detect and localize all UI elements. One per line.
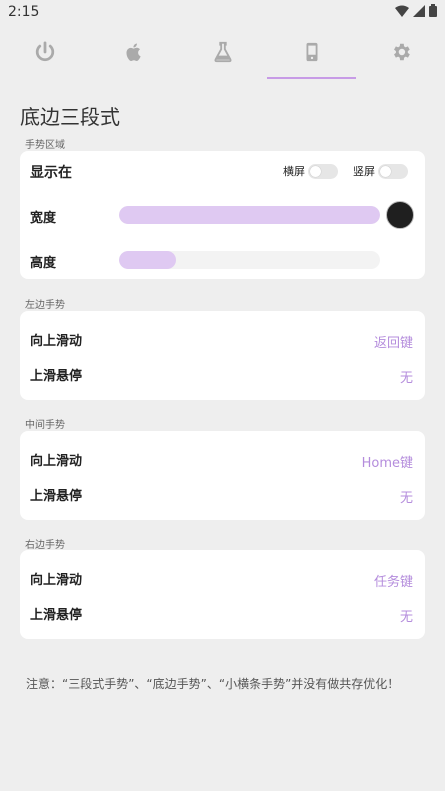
- right-gesture-card: 向上滑动 任务键 上滑悬停 无: [20, 550, 425, 639]
- toggle-knob: [380, 165, 391, 177]
- color-picker-button[interactable]: [386, 201, 414, 229]
- top-tab-bar: [0, 24, 445, 79]
- gesture-area-card: 显示在 横屏 竖屏 宽度 高度: [20, 151, 425, 279]
- tab-apple[interactable]: [89, 24, 178, 79]
- height-slider[interactable]: [119, 251, 380, 269]
- toggle-knob: [310, 165, 321, 177]
- right-swipe-up-row[interactable]: 向上滑动 任务键: [30, 568, 413, 591]
- middle-hover-row[interactable]: 上滑悬停 无: [30, 484, 413, 507]
- left-swipe-up-value: 返回键: [373, 336, 413, 351]
- left-hover-row[interactable]: 上滑悬停 无: [30, 364, 413, 387]
- middle-gesture-card: 向上滑动 Home键 上滑悬停 无: [20, 431, 425, 520]
- content-area: 底边三段式 手势区域 显示在 横屏 竖屏 宽度 高度 左边手势 向上滑动 返回键…: [0, 79, 445, 791]
- section-label-middle: 中间手势: [25, 420, 65, 431]
- left-gesture-card: 向上滑动 返回键 上滑悬停 无: [20, 311, 425, 400]
- tab-power[interactable]: [0, 24, 89, 79]
- landscape-toggle-group: 横屏: [283, 163, 338, 179]
- status-bar: 2:15: [0, 0, 445, 24]
- gear-icon: [393, 43, 410, 60]
- show-on-label: 显示在: [30, 165, 72, 181]
- right-hover-value: 无: [399, 610, 413, 625]
- left-hover-value: 无: [399, 371, 413, 386]
- landscape-toggle[interactable]: [308, 163, 338, 179]
- width-label: 宽度: [30, 210, 57, 226]
- right-swipe-up-label: 向上滑动: [30, 572, 83, 588]
- tab-lab[interactable]: [178, 24, 267, 79]
- phone-icon: [306, 42, 317, 61]
- right-hover-row[interactable]: 上滑悬停 无: [30, 603, 413, 626]
- middle-hover-label: 上滑悬停: [30, 488, 83, 504]
- height-label: 高度: [30, 255, 57, 271]
- power-icon: [35, 40, 54, 61]
- section-label-left: 左边手势: [25, 300, 65, 311]
- portrait-toggle[interactable]: [378, 163, 408, 179]
- left-swipe-up-label: 向上滑动: [30, 333, 83, 349]
- middle-swipe-up-value: Home键: [361, 456, 413, 471]
- tab-settings[interactable]: [356, 24, 445, 79]
- height-slider-fill: [119, 251, 177, 269]
- battery-icon: [429, 4, 437, 17]
- status-time: 2:15: [8, 4, 40, 20]
- right-hover-label: 上滑悬停: [30, 607, 83, 623]
- middle-hover-value: 无: [399, 491, 413, 506]
- width-slider[interactable]: [119, 206, 380, 224]
- portrait-label: 竖屏: [353, 165, 375, 178]
- flask-icon: [213, 41, 232, 62]
- middle-swipe-up-label: 向上滑动: [30, 453, 83, 469]
- left-swipe-up-row[interactable]: 向上滑动 返回键: [30, 329, 413, 352]
- apple-icon: [125, 42, 141, 61]
- middle-swipe-up-row[interactable]: 向上滑动 Home键: [30, 449, 413, 472]
- show-on-row: 显示在 横屏 竖屏: [30, 161, 413, 183]
- section-label-right: 右边手势: [25, 540, 65, 551]
- section-label-gesture-area: 手势区域: [25, 140, 65, 151]
- signal-icon: [413, 4, 425, 17]
- left-hover-label: 上滑悬停: [30, 368, 83, 384]
- right-swipe-up-value: 任务键: [373, 575, 413, 590]
- tab-phone[interactable]: [267, 24, 356, 79]
- landscape-label: 横屏: [283, 165, 305, 178]
- width-slider-fill: [119, 206, 380, 224]
- wifi-icon: [395, 5, 409, 17]
- page-title: 底边三段式: [20, 105, 120, 129]
- portrait-toggle-group: 竖屏: [353, 163, 408, 179]
- coexistence-note: 注意：“三段式手势”、“底边手势”、“小横条手势”并没有做共存优化！: [26, 677, 400, 691]
- status-icons: [395, 4, 437, 17]
